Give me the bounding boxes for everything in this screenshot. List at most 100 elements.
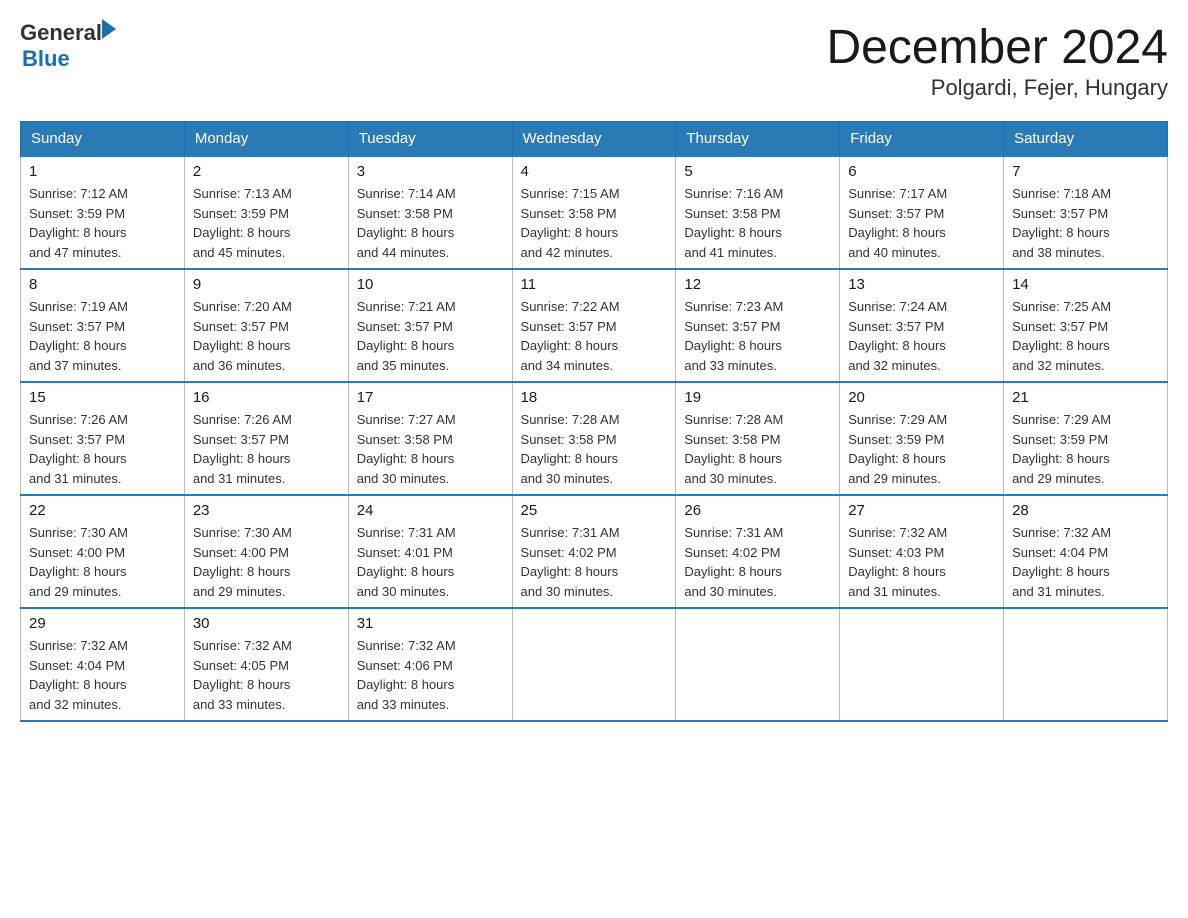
calendar-cell: 3 Sunrise: 7:14 AM Sunset: 3:58 PM Dayli…	[348, 156, 512, 269]
month-title: December 2024	[826, 20, 1168, 75]
day-number: 29	[29, 615, 176, 632]
day-number: 10	[357, 276, 504, 293]
day-info: Sunrise: 7:23 AM Sunset: 3:57 PM Dayligh…	[684, 297, 831, 375]
calendar-cell	[512, 608, 676, 721]
page-header: General Blue December 2024 Polgardi, Fej…	[20, 20, 1168, 101]
calendar-cell: 6 Sunrise: 7:17 AM Sunset: 3:57 PM Dayli…	[840, 156, 1004, 269]
day-info: Sunrise: 7:30 AM Sunset: 4:00 PM Dayligh…	[29, 523, 176, 601]
day-number: 23	[193, 502, 340, 519]
calendar-cell: 2 Sunrise: 7:13 AM Sunset: 3:59 PM Dayli…	[184, 156, 348, 269]
day-number: 8	[29, 276, 176, 293]
day-number: 21	[1012, 389, 1159, 406]
calendar-cell	[840, 608, 1004, 721]
calendar-cell: 26 Sunrise: 7:31 AM Sunset: 4:02 PM Dayl…	[676, 495, 840, 608]
day-info: Sunrise: 7:17 AM Sunset: 3:57 PM Dayligh…	[848, 184, 995, 262]
header-friday: Friday	[840, 122, 1004, 157]
day-number: 22	[29, 502, 176, 519]
day-number: 15	[29, 389, 176, 406]
header-thursday: Thursday	[676, 122, 840, 157]
day-number: 1	[29, 163, 176, 180]
calendar-cell: 14 Sunrise: 7:25 AM Sunset: 3:57 PM Dayl…	[1004, 269, 1168, 382]
calendar-cell: 20 Sunrise: 7:29 AM Sunset: 3:59 PM Dayl…	[840, 382, 1004, 495]
day-info: Sunrise: 7:26 AM Sunset: 3:57 PM Dayligh…	[29, 410, 176, 488]
day-number: 14	[1012, 276, 1159, 293]
title-block: December 2024 Polgardi, Fejer, Hungary	[826, 20, 1168, 101]
day-info: Sunrise: 7:12 AM Sunset: 3:59 PM Dayligh…	[29, 184, 176, 262]
calendar-cell: 7 Sunrise: 7:18 AM Sunset: 3:57 PM Dayli…	[1004, 156, 1168, 269]
calendar-cell: 13 Sunrise: 7:24 AM Sunset: 3:57 PM Dayl…	[840, 269, 1004, 382]
day-info: Sunrise: 7:26 AM Sunset: 3:57 PM Dayligh…	[193, 410, 340, 488]
calendar-cell	[676, 608, 840, 721]
header-saturday: Saturday	[1004, 122, 1168, 157]
calendar-cell: 24 Sunrise: 7:31 AM Sunset: 4:01 PM Dayl…	[348, 495, 512, 608]
day-number: 13	[848, 276, 995, 293]
day-number: 4	[521, 163, 668, 180]
day-info: Sunrise: 7:13 AM Sunset: 3:59 PM Dayligh…	[193, 184, 340, 262]
day-info: Sunrise: 7:16 AM Sunset: 3:58 PM Dayligh…	[684, 184, 831, 262]
day-number: 27	[848, 502, 995, 519]
day-number: 2	[193, 163, 340, 180]
logo-arrow-icon	[102, 19, 116, 39]
calendar-header-row: SundayMondayTuesdayWednesdayThursdayFrid…	[21, 122, 1168, 157]
day-info: Sunrise: 7:22 AM Sunset: 3:57 PM Dayligh…	[521, 297, 668, 375]
day-info: Sunrise: 7:14 AM Sunset: 3:58 PM Dayligh…	[357, 184, 504, 262]
calendar-cell: 27 Sunrise: 7:32 AM Sunset: 4:03 PM Dayl…	[840, 495, 1004, 608]
day-info: Sunrise: 7:28 AM Sunset: 3:58 PM Dayligh…	[684, 410, 831, 488]
day-info: Sunrise: 7:32 AM Sunset: 4:03 PM Dayligh…	[848, 523, 995, 601]
calendar-cell: 18 Sunrise: 7:28 AM Sunset: 3:58 PM Dayl…	[512, 382, 676, 495]
day-info: Sunrise: 7:25 AM Sunset: 3:57 PM Dayligh…	[1012, 297, 1159, 375]
calendar-cell: 17 Sunrise: 7:27 AM Sunset: 3:58 PM Dayl…	[348, 382, 512, 495]
day-number: 28	[1012, 502, 1159, 519]
calendar-table: SundayMondayTuesdayWednesdayThursdayFrid…	[20, 121, 1168, 722]
day-number: 3	[357, 163, 504, 180]
day-info: Sunrise: 7:31 AM Sunset: 4:02 PM Dayligh…	[521, 523, 668, 601]
day-info: Sunrise: 7:20 AM Sunset: 3:57 PM Dayligh…	[193, 297, 340, 375]
calendar-cell: 11 Sunrise: 7:22 AM Sunset: 3:57 PM Dayl…	[512, 269, 676, 382]
logo-general-text: General	[20, 20, 102, 46]
day-info: Sunrise: 7:32 AM Sunset: 4:05 PM Dayligh…	[193, 636, 340, 714]
day-number: 11	[521, 276, 668, 293]
day-number: 25	[521, 502, 668, 519]
day-number: 19	[684, 389, 831, 406]
header-sunday: Sunday	[21, 122, 185, 157]
calendar-cell: 1 Sunrise: 7:12 AM Sunset: 3:59 PM Dayli…	[21, 156, 185, 269]
calendar-cell	[1004, 608, 1168, 721]
day-info: Sunrise: 7:18 AM Sunset: 3:57 PM Dayligh…	[1012, 184, 1159, 262]
day-number: 6	[848, 163, 995, 180]
logo-blue-text: Blue	[22, 46, 116, 72]
day-number: 16	[193, 389, 340, 406]
calendar-cell: 19 Sunrise: 7:28 AM Sunset: 3:58 PM Dayl…	[676, 382, 840, 495]
day-info: Sunrise: 7:15 AM Sunset: 3:58 PM Dayligh…	[521, 184, 668, 262]
day-info: Sunrise: 7:32 AM Sunset: 4:04 PM Dayligh…	[29, 636, 176, 714]
calendar-cell: 5 Sunrise: 7:16 AM Sunset: 3:58 PM Dayli…	[676, 156, 840, 269]
header-monday: Monday	[184, 122, 348, 157]
calendar-cell: 9 Sunrise: 7:20 AM Sunset: 3:57 PM Dayli…	[184, 269, 348, 382]
day-info: Sunrise: 7:21 AM Sunset: 3:57 PM Dayligh…	[357, 297, 504, 375]
calendar-cell: 8 Sunrise: 7:19 AM Sunset: 3:57 PM Dayli…	[21, 269, 185, 382]
day-info: Sunrise: 7:32 AM Sunset: 4:04 PM Dayligh…	[1012, 523, 1159, 601]
day-info: Sunrise: 7:32 AM Sunset: 4:06 PM Dayligh…	[357, 636, 504, 714]
calendar-week-3: 15 Sunrise: 7:26 AM Sunset: 3:57 PM Dayl…	[21, 382, 1168, 495]
calendar-cell: 16 Sunrise: 7:26 AM Sunset: 3:57 PM Dayl…	[184, 382, 348, 495]
day-number: 18	[521, 389, 668, 406]
calendar-week-2: 8 Sunrise: 7:19 AM Sunset: 3:57 PM Dayli…	[21, 269, 1168, 382]
day-number: 12	[684, 276, 831, 293]
calendar-cell: 28 Sunrise: 7:32 AM Sunset: 4:04 PM Dayl…	[1004, 495, 1168, 608]
header-wednesday: Wednesday	[512, 122, 676, 157]
calendar-cell: 12 Sunrise: 7:23 AM Sunset: 3:57 PM Dayl…	[676, 269, 840, 382]
calendar-cell: 30 Sunrise: 7:32 AM Sunset: 4:05 PM Dayl…	[184, 608, 348, 721]
calendar-week-5: 29 Sunrise: 7:32 AM Sunset: 4:04 PM Dayl…	[21, 608, 1168, 721]
calendar-cell: 21 Sunrise: 7:29 AM Sunset: 3:59 PM Dayl…	[1004, 382, 1168, 495]
day-info: Sunrise: 7:19 AM Sunset: 3:57 PM Dayligh…	[29, 297, 176, 375]
day-number: 24	[357, 502, 504, 519]
calendar-cell: 4 Sunrise: 7:15 AM Sunset: 3:58 PM Dayli…	[512, 156, 676, 269]
day-number: 31	[357, 615, 504, 632]
calendar-cell: 25 Sunrise: 7:31 AM Sunset: 4:02 PM Dayl…	[512, 495, 676, 608]
day-number: 9	[193, 276, 340, 293]
day-info: Sunrise: 7:28 AM Sunset: 3:58 PM Dayligh…	[521, 410, 668, 488]
day-info: Sunrise: 7:24 AM Sunset: 3:57 PM Dayligh…	[848, 297, 995, 375]
calendar-cell: 23 Sunrise: 7:30 AM Sunset: 4:00 PM Dayl…	[184, 495, 348, 608]
location-title: Polgardi, Fejer, Hungary	[826, 75, 1168, 101]
calendar-week-1: 1 Sunrise: 7:12 AM Sunset: 3:59 PM Dayli…	[21, 156, 1168, 269]
calendar-cell: 31 Sunrise: 7:32 AM Sunset: 4:06 PM Dayl…	[348, 608, 512, 721]
